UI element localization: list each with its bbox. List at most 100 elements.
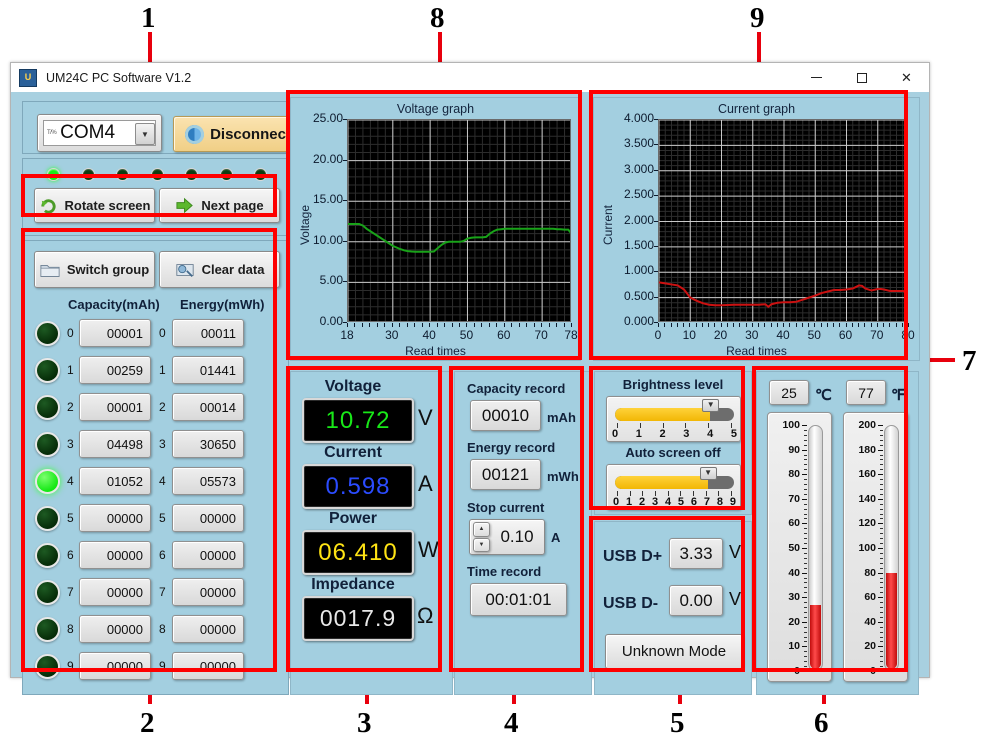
auto-screen-off-slider-thumb[interactable]: ▼ <box>699 467 717 480</box>
brightness-slider-thumb[interactable]: ▼ <box>702 399 720 412</box>
com-port-value: COM4 <box>60 122 116 143</box>
status-led-1 <box>81 168 95 181</box>
table-row: 2 00001 2 00014 <box>23 391 288 427</box>
stop-current-value[interactable]: 0.10 <box>490 527 544 547</box>
record-capacity-value[interactable]: 00000 <box>79 504 151 532</box>
disconnect-label: Disconnect <box>210 125 291 143</box>
current-plot-area[interactable] <box>658 119 908 322</box>
maximize-button[interactable] <box>839 63 884 92</box>
x-axis-tick-mark <box>908 323 909 327</box>
x-axis-tick-label: 60 <box>497 328 511 342</box>
thermometer-label: 70 <box>788 492 800 505</box>
usb-dminus-unit: V <box>729 589 742 609</box>
thermometer-minor-tick <box>880 602 883 604</box>
record-energy-value[interactable]: 00000 <box>172 652 244 680</box>
x-axis-tick-mark <box>488 323 490 327</box>
thermometer-major-tick <box>878 449 883 451</box>
record-energy-value[interactable]: 00000 <box>172 504 244 532</box>
x-axis-tick-mark <box>770 323 772 327</box>
record-energy-value[interactable]: 00000 <box>172 615 244 643</box>
usb-dminus-value[interactable]: 0.00 <box>669 585 723 616</box>
x-axis-tick-mark <box>714 323 716 327</box>
record-energy-value[interactable]: 00014 <box>172 393 244 421</box>
usb-dplus-value[interactable]: 3.33 <box>669 538 723 569</box>
record-capacity-value[interactable]: 01052 <box>79 467 151 495</box>
stop-current-increment-button[interactable]: ▲ <box>473 522 490 537</box>
thermometer-minor-tick <box>880 484 883 486</box>
brightness-slider[interactable]: ▼ 0 1 2 3 4 5 <box>606 396 741 442</box>
thermometer-minor-tick <box>880 538 883 540</box>
record-energy-value[interactable]: 01441 <box>172 356 244 384</box>
y-axis-tick-label: 0.00 <box>319 314 343 328</box>
voltage-plot-area[interactable] <box>347 119 571 322</box>
y-axis-tick-label: 1.000 <box>623 263 654 278</box>
x-axis-tick-label: 70 <box>534 328 548 342</box>
capacity-record-value[interactable]: 00010 <box>470 400 541 431</box>
thermometer-minor-tick <box>880 577 883 579</box>
thermometer-label: 180 <box>858 443 876 456</box>
clear-data-icon <box>175 263 194 277</box>
x-axis-tick-mark <box>889 323 891 327</box>
auto-screen-off-slider[interactable]: ▼ 0123456789 <box>606 464 741 510</box>
annotation-number-8: 8 <box>430 2 445 34</box>
x-axis-tick-mark <box>658 323 659 327</box>
x-axis-tick-mark <box>808 323 809 327</box>
close-button[interactable]: ✕ <box>884 63 929 92</box>
chevron-down-icon[interactable]: ▼ <box>135 123 155 145</box>
record-capacity-value[interactable]: 00259 <box>79 356 151 384</box>
x-axis-tick-mark <box>511 323 513 327</box>
rotate-screen-button[interactable]: Rotate screen <box>34 188 155 223</box>
slider-tick-label: 1 <box>635 428 642 440</box>
record-energy-value[interactable]: 30650 <box>172 430 244 458</box>
record-energy-value[interactable]: 00000 <box>172 541 244 569</box>
x-axis-tick-mark <box>751 323 753 327</box>
y-axis-tick-mark <box>654 271 658 273</box>
impedance-meter-label: Impedance <box>311 576 395 593</box>
record-index-energy: 6 <box>159 548 166 562</box>
time-record-value[interactable]: 00:01:01 <box>470 583 567 616</box>
com-port-select[interactable]: T/% COM4 ▼ <box>37 114 162 152</box>
x-axis-tick-mark <box>473 323 475 327</box>
thermometer-minor-tick <box>804 666 807 668</box>
thermometer-major-tick <box>878 621 883 623</box>
record-capacity-value[interactable]: 00000 <box>79 541 151 569</box>
x-axis-tick-mark <box>571 323 572 327</box>
annotation-number-5: 5 <box>670 707 685 739</box>
x-axis-tick-mark <box>361 323 363 327</box>
x-axis-tick-mark <box>676 323 678 327</box>
thermometer-major-tick <box>878 572 883 574</box>
brightness-slider-numbers: 0 1 2 3 4 5 <box>612 428 737 440</box>
record-energy-value[interactable]: 00000 <box>172 578 244 606</box>
record-energy-value[interactable]: 00011 <box>172 319 244 347</box>
stop-current-decrement-button[interactable]: ▼ <box>473 537 490 552</box>
disconnect-button[interactable]: Disconnect <box>173 116 303 152</box>
x-axis-tick-mark <box>733 323 734 327</box>
record-energy-value[interactable]: 05573 <box>172 467 244 495</box>
minimize-button[interactable] <box>794 63 839 92</box>
time-record-label: Time record <box>467 564 542 579</box>
energy-record-value[interactable]: 00121 <box>470 459 541 490</box>
switch-group-button[interactable]: Switch group <box>34 251 155 288</box>
table-row: 7 00000 7 00000 <box>23 576 288 612</box>
record-capacity-value[interactable]: 04498 <box>79 430 151 458</box>
record-index-energy: 9 <box>159 659 166 673</box>
thermometer-minor-tick <box>804 587 807 589</box>
thermometer-label: 20 <box>788 615 800 628</box>
thermometer-minor-tick <box>880 582 883 584</box>
thermometer-label: 140 <box>858 492 876 505</box>
y-axis-tick-mark <box>343 159 347 161</box>
record-capacity-value[interactable]: 00000 <box>79 652 151 680</box>
record-capacity-value[interactable]: 00000 <box>79 615 151 643</box>
thermometer-major-tick <box>802 474 807 476</box>
record-capacity-value[interactable]: 00001 <box>79 319 151 347</box>
record-capacity-value[interactable]: 00000 <box>79 578 151 606</box>
x-axis-tick-mark <box>556 323 558 327</box>
x-axis-tick-mark <box>518 323 520 327</box>
stop-current-stepper[interactable]: ▲ ▼ 0.10 <box>469 519 545 555</box>
clear-data-button[interactable]: Clear data <box>159 251 280 288</box>
next-page-button[interactable]: Next page <box>159 188 280 223</box>
slider-tick-label: 1 <box>625 496 633 508</box>
impedance-meter-value: 0017.9 <box>319 605 397 631</box>
thermometer-minor-tick <box>880 454 883 456</box>
record-capacity-value[interactable]: 00001 <box>79 393 151 421</box>
